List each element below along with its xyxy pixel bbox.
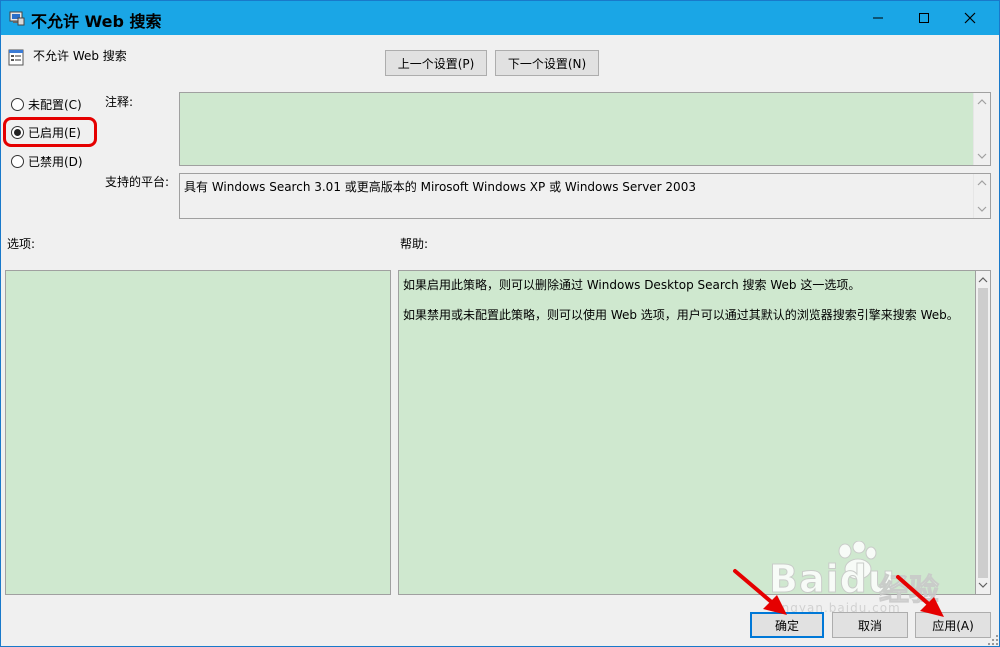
radio-not-configured[interactable]: 未配置(C) <box>11 96 82 113</box>
radio-disabled[interactable]: 已禁用(D) <box>11 153 83 170</box>
maximize-icon <box>919 13 929 23</box>
next-setting-button[interactable]: 下一个设置(N) <box>495 50 599 76</box>
scroll-thumb[interactable] <box>978 288 988 578</box>
radio-label: 已禁用(D) <box>28 155 83 169</box>
radio-label: 未配置(C) <box>28 98 82 112</box>
minimize-icon <box>873 17 883 19</box>
help-paragraph: 如果禁用或未配置此策略，则可以使用 Web 选项，用户可以通过其默认的浏览器搜索… <box>403 308 959 322</box>
scroll-down-icon[interactable] <box>977 204 987 214</box>
radio-enabled[interactable]: 已启用(E) <box>11 124 81 141</box>
close-button[interactable] <box>947 1 993 35</box>
radio-circle-checked <box>11 126 24 139</box>
platform-field: 具有 Windows Search 3.01 或更高版本的 Mirosoft W… <box>179 173 991 219</box>
scroll-up-icon[interactable] <box>978 275 988 285</box>
red-arrow-icon <box>733 569 787 615</box>
help-scrollbar[interactable] <box>976 270 991 595</box>
options-panel <box>5 270 391 595</box>
scroll-up-icon[interactable] <box>977 97 987 107</box>
minimize-button[interactable] <box>855 1 901 35</box>
title-bar[interactable]: 不允许 Web 搜索 <box>1 1 999 35</box>
radio-circle <box>11 98 24 111</box>
window-title: 不允许 Web 搜索 <box>31 12 162 31</box>
scroll-down-icon[interactable] <box>977 151 987 161</box>
maximize-button[interactable] <box>901 1 947 35</box>
help-paragraph: 如果启用此策略，则可以删除通过 Windows Desktop Search 搜… <box>403 278 861 292</box>
policy-window: 不允许 Web 搜索 不允许 Web 搜索 上一个设置(P) 下一个设置(N) … <box>0 0 1000 647</box>
help-label: 帮助: <box>400 237 429 251</box>
scroll-up-icon[interactable] <box>977 178 987 188</box>
resize-grip-icon[interactable] <box>987 634 999 646</box>
previous-setting-button[interactable]: 上一个设置(P) <box>385 50 487 76</box>
radio-circle <box>11 155 24 168</box>
policy-name: 不允许 Web 搜索 <box>33 49 127 63</box>
scroll-down-icon[interactable] <box>978 580 988 590</box>
platform-label: 支持的平台: <box>105 175 170 189</box>
radio-label: 已启用(E) <box>28 126 81 140</box>
close-icon <box>964 12 976 24</box>
comment-label: 注释: <box>105 95 134 109</box>
platform-text: 具有 Windows Search 3.01 或更高版本的 Mirosoft W… <box>184 180 696 194</box>
group-policy-icon <box>9 11 25 26</box>
comment-textarea[interactable] <box>179 92 991 166</box>
options-label: 选项: <box>7 237 36 251</box>
comment-scrollbar[interactable] <box>973 93 990 165</box>
policy-setting-icon <box>8 49 24 66</box>
red-arrow-icon <box>896 575 944 617</box>
platform-scrollbar[interactable] <box>973 174 990 218</box>
